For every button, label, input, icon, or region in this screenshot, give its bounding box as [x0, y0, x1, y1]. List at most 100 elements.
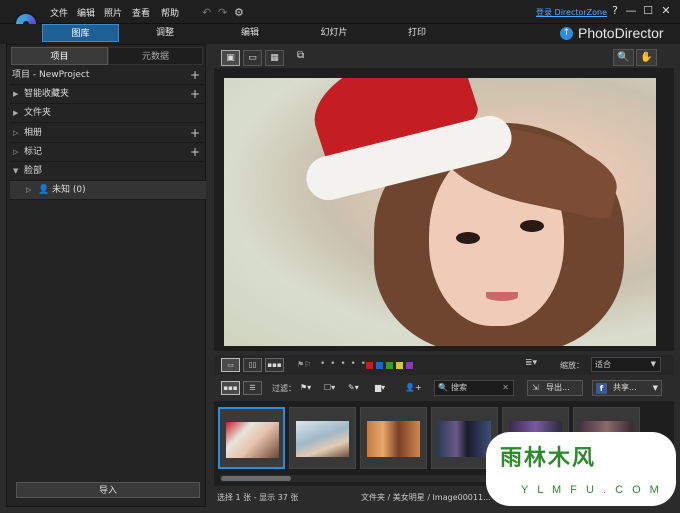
color-label-green[interactable]	[386, 362, 393, 369]
export-label: 导出...	[546, 383, 570, 392]
tree-label: 脸部	[24, 166, 43, 176]
edit-filter-dropdown[interactable]: ✎▾	[348, 381, 359, 395]
grid-view-button[interactable]: ▦	[265, 50, 284, 66]
tree-item-tags[interactable]: ▷ 标记 +	[10, 143, 206, 162]
thumbnail-view-button[interactable]: ▪▪▪	[221, 381, 240, 395]
chevron-down-icon: ▼	[652, 384, 658, 392]
menu-view[interactable]: 查看	[132, 6, 150, 19]
thumbnail-image	[226, 422, 279, 458]
thumbnail[interactable]	[218, 407, 285, 469]
photo-eye	[520, 220, 544, 232]
color-label-blue[interactable]	[376, 362, 383, 369]
brand-name: PhotoDirector	[578, 25, 664, 41]
menu-photo[interactable]: 照片	[104, 6, 122, 19]
add-icon[interactable]: +	[190, 66, 200, 85]
flag-icon[interactable]: ⚑⚐	[297, 360, 311, 369]
color-label-purple[interactable]	[406, 362, 413, 369]
search-input[interactable]: 🔍 搜索 ✕	[434, 380, 514, 396]
menu-edit[interactable]: 编辑	[77, 6, 95, 19]
add-icon[interactable]: +	[190, 143, 200, 162]
undo-icon[interactable]: ↶	[202, 6, 211, 19]
signin-link[interactable]: 登录 DirectorZone	[536, 7, 607, 18]
color-label-yellow[interactable]	[396, 362, 403, 369]
maximize-button[interactable]: ☐	[641, 4, 655, 18]
zoom-select-value: 适合	[595, 360, 611, 369]
tab-adjust[interactable]: 调整	[150, 24, 180, 42]
tree-item-albums[interactable]: ▷ 相册 +	[10, 124, 206, 143]
stack-filter-dropdown[interactable]: ▆▾	[375, 381, 385, 395]
redo-icon[interactable]: ↷	[218, 6, 227, 19]
tab-project[interactable]: 项目	[11, 47, 108, 65]
tree-label: 智能收藏夹	[24, 89, 70, 99]
watermark-text: 雨林木风	[500, 446, 597, 471]
thumbnail-image	[367, 421, 420, 457]
compare-view-button[interactable]: ▯▯	[243, 358, 262, 372]
tab-library[interactable]: 图库	[42, 24, 119, 42]
watermark-url: Y L M F U . C O M	[521, 484, 662, 496]
tab-metadata[interactable]: 元数据	[108, 47, 203, 65]
menu-help[interactable]: 帮助	[161, 6, 179, 19]
share-button[interactable]: f 共享... ▼	[592, 380, 662, 396]
list-view-button[interactable]: ☰	[243, 381, 262, 395]
rating-filter-dropdown[interactable]: ☐▾	[324, 381, 335, 395]
tab-slideshow[interactable]: 幻灯片	[314, 24, 354, 42]
minimize-button[interactable]: —	[624, 4, 638, 18]
help-button[interactable]: ?	[608, 4, 622, 18]
expand-arrow-icon[interactable]: ▶	[13, 85, 18, 104]
tree-label: 未知 (0)	[52, 185, 86, 195]
photo-mouth	[486, 292, 518, 301]
tree-item-folders[interactable]: ▶ 文件夹	[10, 104, 206, 123]
filter-label: 过滤：	[272, 384, 296, 393]
clear-search-icon[interactable]: ✕	[502, 381, 509, 395]
search-icon: 🔍	[438, 383, 448, 392]
tree-item-smart-collections[interactable]: ▶ 智能收藏夹 +	[10, 85, 206, 104]
expand-arrow-icon[interactable]: ▷	[13, 124, 18, 143]
thumbnail[interactable]	[289, 407, 356, 469]
add-icon[interactable]: +	[190, 85, 200, 104]
tree-item-project[interactable]: 项目 - NewProject +	[10, 66, 206, 85]
menu-file[interactable]: 文件	[50, 6, 68, 19]
add-person-icon[interactable]: 👤+	[405, 381, 422, 395]
export-icon: ⇲	[532, 383, 539, 392]
sort-menu-icon[interactable]: ≣▾	[520, 358, 542, 372]
main-photo[interactable]	[224, 78, 656, 346]
collapse-arrow-icon[interactable]: ▼	[13, 162, 18, 181]
zoom-tool-icon[interactable]: 🔍	[613, 49, 634, 66]
hand-tool-icon[interactable]: ✋	[636, 49, 657, 66]
person-icon: 👤	[38, 185, 50, 195]
compare-icon[interactable]: ⧉	[297, 50, 304, 61]
upgrade-arrow-icon[interactable]: ↑	[560, 27, 573, 40]
tree-label: 标记	[24, 147, 43, 157]
thumbnail[interactable]	[360, 407, 427, 469]
search-placeholder: 搜索	[451, 383, 467, 392]
tab-print[interactable]: 打印	[402, 24, 432, 42]
tree-label: 文件夹	[24, 108, 52, 118]
path-status: 文件夹 / 美女明星 / Image00011...	[361, 493, 491, 502]
expand-arrow-icon[interactable]: ▶	[13, 104, 18, 123]
share-label: 共享...	[613, 383, 637, 392]
scrollbar-thumb[interactable]	[221, 476, 291, 481]
settings-gear-icon[interactable]: ⚙	[234, 6, 244, 19]
single-view-button[interactable]: ▭	[221, 358, 240, 372]
image-view-button[interactable]: ▭	[243, 50, 262, 66]
add-icon[interactable]: +	[190, 124, 200, 143]
multi-view-button[interactable]: ▪▪▪	[265, 358, 284, 372]
expand-arrow-icon[interactable]: ▷	[13, 143, 18, 162]
loupe-view-button[interactable]: ▣	[221, 50, 240, 66]
expand-arrow-icon[interactable]: ▷	[26, 181, 31, 200]
tree-label: 项目 - NewProject	[12, 70, 90, 80]
thumbnail-image	[296, 421, 349, 457]
tree-item-faces[interactable]: ▼ 脸部	[10, 162, 206, 181]
rating-dots[interactable]: • • • • •	[320, 359, 367, 369]
photo-eye	[456, 232, 480, 244]
close-button[interactable]: ✕	[659, 4, 673, 18]
tab-edit[interactable]: 编辑	[235, 24, 265, 42]
export-button[interactable]: ⇲ 导出...	[527, 380, 583, 396]
brand: ↑ PhotoDirector	[560, 24, 678, 44]
color-label-red[interactable]	[366, 362, 373, 369]
flag-filter-dropdown[interactable]: ⚑▾	[300, 381, 311, 395]
import-button[interactable]: 导入	[16, 482, 200, 498]
selection-status: 选择 1 张 - 显示 37 张	[217, 493, 299, 502]
tree-item-unknown-face[interactable]: ▷ 👤 未知 (0)	[10, 181, 206, 200]
zoom-select[interactable]: 适合 ▼	[591, 357, 661, 372]
